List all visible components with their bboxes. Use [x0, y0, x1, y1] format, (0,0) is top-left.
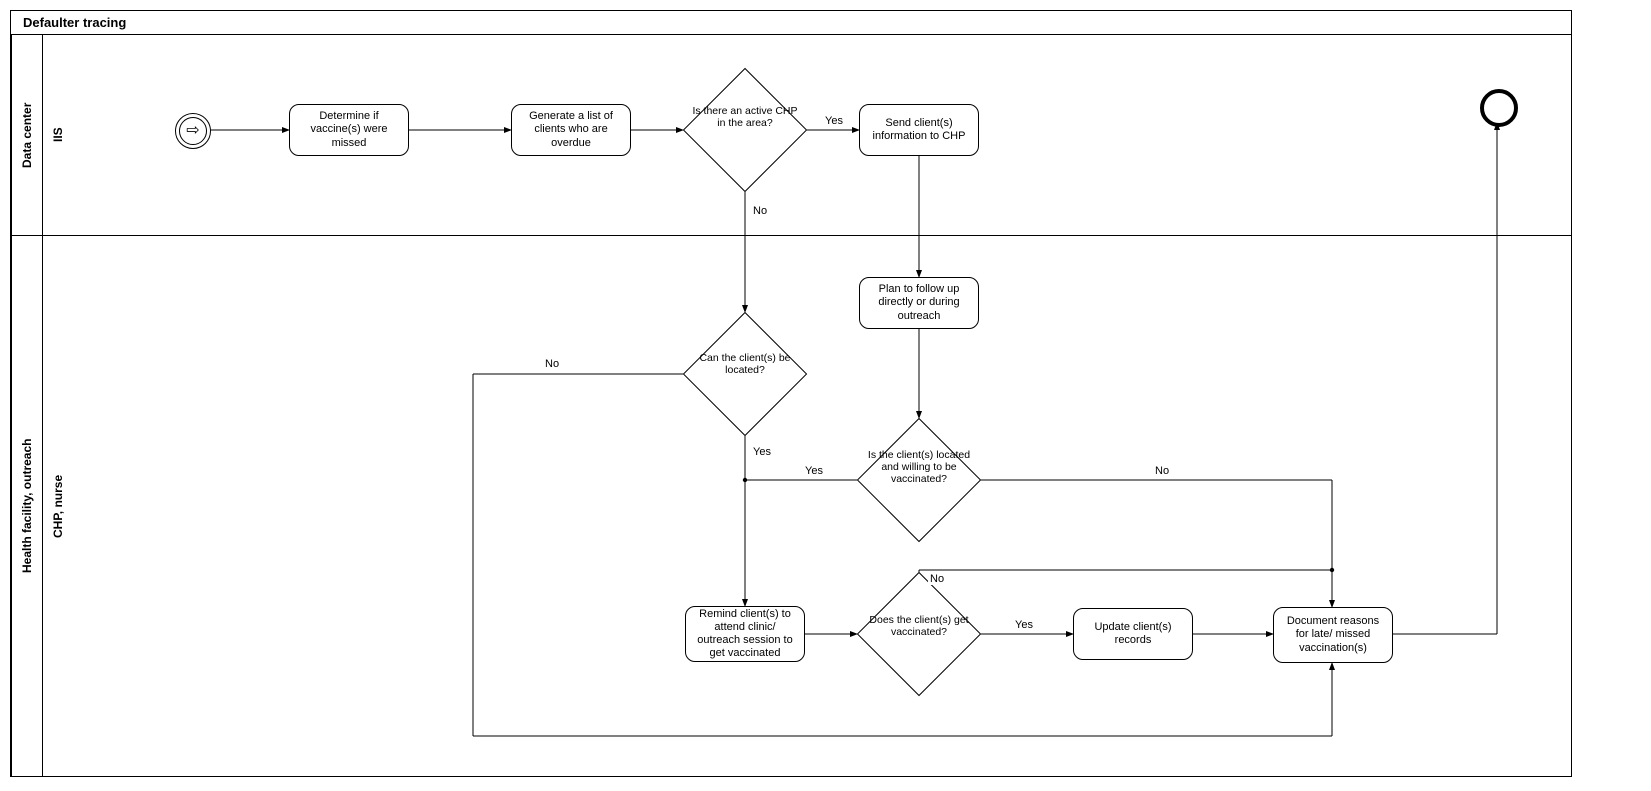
lane-label-iis: IIS — [42, 35, 73, 235]
edges-health — [73, 236, 1573, 776]
gateway-located-willing-text: Is the client(s) located and willing to … — [864, 449, 974, 485]
lane-health: Health facility, outreach CHP, nurse — [11, 236, 1571, 776]
task-update: Update client(s) records — [1073, 608, 1193, 660]
gateway-can-locate-text: Can the client(s) be located? — [690, 352, 800, 376]
lane-content-health: Plan to follow up directly or during out… — [73, 236, 1571, 776]
swimlanes: Data center IIS — [11, 35, 1571, 776]
task-remind: Remind client(s) to attend clinic/ outre… — [685, 606, 805, 662]
task-send-chp: Send client(s) information to CHP — [859, 104, 979, 156]
lane-label-health: Health facility, outreach — [11, 236, 42, 776]
label-yes-chp: Yes — [823, 115, 845, 127]
task-generate: Generate a list of clients who are overd… — [511, 104, 631, 156]
label-located-yes: Yes — [803, 465, 825, 477]
label-located-no: No — [1153, 465, 1171, 477]
label-getvacc-no: No — [928, 573, 946, 585]
lane-content-data: ⇨ Determine if vaccine(s) were missed Ge… — [73, 35, 1571, 235]
lane-label-data-center: Data center — [11, 35, 42, 235]
gateway-active-chp-text: Is there an active CHP in the area? — [690, 105, 800, 129]
start-arrow-icon: ⇨ — [186, 123, 199, 139]
end-event — [1480, 89, 1518, 127]
pool: Defaulter tracing Data center IIS — [10, 10, 1572, 777]
task-document: Document reasons for late/ missed vaccin… — [1273, 607, 1393, 663]
task-plan-follow: Plan to follow up directly or during out… — [859, 277, 979, 329]
label-can-locate-yes: Yes — [751, 446, 773, 458]
start-event: ⇨ — [175, 113, 211, 149]
lane-label-chp-nurse: CHP, nurse — [42, 236, 73, 776]
gateway-get-vaccinated-text: Does the client(s) get vaccinated? — [864, 614, 974, 638]
lane-data-center: Data center IIS — [11, 35, 1571, 236]
pool-title: Defaulter tracing — [11, 11, 1571, 35]
label-no-chp: No — [751, 205, 769, 217]
label-can-locate-no: No — [543, 358, 561, 370]
label-getvacc-yes: Yes — [1013, 619, 1035, 631]
gateway-active-chp — [683, 68, 807, 192]
task-determine: Determine if vaccine(s) were missed — [289, 104, 409, 156]
